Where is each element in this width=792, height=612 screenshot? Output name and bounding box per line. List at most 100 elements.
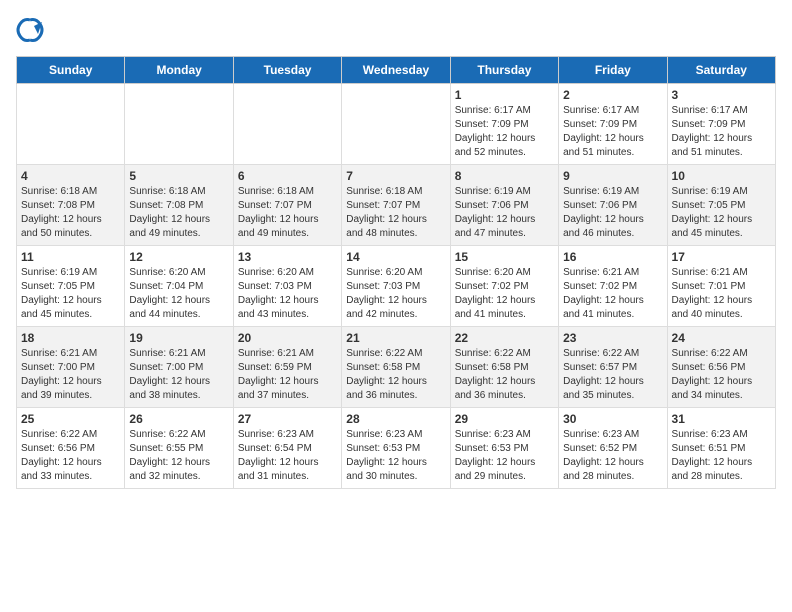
day-number: 21 bbox=[346, 331, 445, 345]
day-number: 18 bbox=[21, 331, 120, 345]
calendar-cell: 9Sunrise: 6:19 AM Sunset: 7:06 PM Daylig… bbox=[559, 165, 667, 246]
day-info: Sunrise: 6:17 AM Sunset: 7:09 PM Dayligh… bbox=[672, 104, 771, 160]
calendar-cell: 21 Sunrise: 6:22 AM Sunset: 6:58 PM Dayli… bbox=[342, 327, 450, 408]
day-number: 14 bbox=[346, 250, 445, 264]
calendar-cell: 12 Sunrise: 6:20 AM Sunset: 7:04 PM Dayli… bbox=[125, 246, 233, 327]
day-number: 12 bbox=[129, 250, 228, 264]
calendar-cell: 24 Sunrise: 6:22 AM Sunset: 6:56 PM Dayli… bbox=[667, 327, 775, 408]
day-number: 27 bbox=[238, 412, 337, 426]
calendar-cell bbox=[125, 84, 233, 165]
day-number: 3 bbox=[672, 88, 771, 102]
calendar-cell bbox=[342, 84, 450, 165]
calendar-cell: 27Sunrise: 6:23 AM Sunset: 6:54 PM Dayli… bbox=[233, 408, 341, 489]
day-of-week-header: Thursday bbox=[450, 57, 558, 84]
calendar-cell: 14 Sunrise: 6:20 AM Sunset: 7:03 PM Dayli… bbox=[342, 246, 450, 327]
day-info: Sunrise: 6:22 AM Sunset: 6:56 PM Dayligh… bbox=[21, 428, 120, 484]
day-info: Sunrise: 6:21 AM Sunset: 7:00 PM Dayligh… bbox=[129, 347, 228, 403]
day-info: Sunrise: 6:22 AM Sunset: 6:58 PM Dayligh… bbox=[346, 347, 445, 403]
day-info: Sunrise: 6:22 AM Sunset: 6:58 PM Dayligh… bbox=[455, 347, 554, 403]
day-info: Sunrise: 6:22 AM Sunset: 6:56 PM Dayligh… bbox=[672, 347, 771, 403]
day-number: 19 bbox=[129, 331, 228, 345]
day-info: Sunrise: 6:20 AM Sunset: 7:03 PM Dayligh… bbox=[346, 266, 445, 322]
day-info: Sunrise: 6:21 AM Sunset: 7:00 PM Dayligh… bbox=[21, 347, 120, 403]
day-number: 23 bbox=[563, 331, 662, 345]
day-of-week-header: Friday bbox=[559, 57, 667, 84]
day-of-week-header: Sunday bbox=[17, 57, 125, 84]
day-of-week-header: Monday bbox=[125, 57, 233, 84]
calendar-cell bbox=[17, 84, 125, 165]
calendar-cell: 11 Sunrise: 6:19 AM Sunset: 7:05 PM Dayli… bbox=[17, 246, 125, 327]
day-info: Sunrise: 6:18 AM Sunset: 7:08 PM Dayligh… bbox=[21, 185, 120, 241]
calendar-cell: 4 Sunrise: 6:18 AM Sunset: 7:08 PM Daylig… bbox=[17, 165, 125, 246]
days-of-week-row: SundayMondayTuesdayWednesdayThursdayFrid… bbox=[17, 57, 776, 84]
day-number: 20 bbox=[238, 331, 337, 345]
day-of-week-header: Saturday bbox=[667, 57, 775, 84]
day-number: 22 bbox=[455, 331, 554, 345]
day-info: Sunrise: 6:19 AM Sunset: 7:05 PM Dayligh… bbox=[672, 185, 771, 241]
day-number: 29 bbox=[455, 412, 554, 426]
calendar-cell: 31Sunrise: 6:23 AM Sunset: 6:51 PM Dayli… bbox=[667, 408, 775, 489]
day-info: Sunrise: 6:20 AM Sunset: 7:04 PM Dayligh… bbox=[129, 266, 228, 322]
day-number: 2 bbox=[563, 88, 662, 102]
day-number: 24 bbox=[672, 331, 771, 345]
day-info: Sunrise: 6:19 AM Sunset: 7:06 PM Dayligh… bbox=[563, 185, 662, 241]
day-info: Sunrise: 6:23 AM Sunset: 6:53 PM Dayligh… bbox=[455, 428, 554, 484]
calendar-cell bbox=[233, 84, 341, 165]
calendar-cell: 2 Sunrise: 6:17 AM Sunset: 7:09 PM Daylig… bbox=[559, 84, 667, 165]
calendar-cell: 5 Sunrise: 6:18 AM Sunset: 7:08 PM Daylig… bbox=[125, 165, 233, 246]
calendar-cell: 28 Sunrise: 6:23 AM Sunset: 6:53 PM Dayli… bbox=[342, 408, 450, 489]
day-info: Sunrise: 6:18 AM Sunset: 7:07 PM Dayligh… bbox=[346, 185, 445, 241]
calendar-cell: 1 Sunrise: 6:17 AM Sunset: 7:09 PM Daylig… bbox=[450, 84, 558, 165]
day-number: 4 bbox=[21, 169, 120, 183]
day-number: 8 bbox=[455, 169, 554, 183]
calendar-header: SundayMondayTuesdayWednesdayThursdayFrid… bbox=[17, 57, 776, 84]
day-info: Sunrise: 6:23 AM Sunset: 6:52 PM Dayligh… bbox=[563, 428, 662, 484]
day-number: 10 bbox=[672, 169, 771, 183]
logo bbox=[16, 16, 48, 44]
day-number: 17 bbox=[672, 250, 771, 264]
day-info: Sunrise: 6:23 AM Sunset: 6:51 PM Dayligh… bbox=[672, 428, 771, 484]
day-number: 1 bbox=[455, 88, 554, 102]
calendar-week-row: 25 Sunrise: 6:22 AM Sunset: 6:56 PM Dayli… bbox=[17, 408, 776, 489]
calendar-cell: 10 Sunrise: 6:19 AM Sunset: 7:05 PM Dayli… bbox=[667, 165, 775, 246]
day-info: Sunrise: 6:22 AM Sunset: 6:57 PM Dayligh… bbox=[563, 347, 662, 403]
calendar-cell: 19 Sunrise: 6:21 AM Sunset: 7:00 PM Dayli… bbox=[125, 327, 233, 408]
day-info: Sunrise: 6:18 AM Sunset: 7:08 PM Dayligh… bbox=[129, 185, 228, 241]
day-number: 7 bbox=[346, 169, 445, 183]
day-info: Sunrise: 6:19 AM Sunset: 7:06 PM Dayligh… bbox=[455, 185, 554, 241]
day-number: 13 bbox=[238, 250, 337, 264]
day-info: Sunrise: 6:19 AM Sunset: 7:05 PM Dayligh… bbox=[21, 266, 120, 322]
calendar-cell: 23 Sunrise: 6:22 AM Sunset: 6:57 PM Dayli… bbox=[559, 327, 667, 408]
calendar-table: SundayMondayTuesdayWednesdayThursdayFrid… bbox=[16, 56, 776, 489]
logo-icon bbox=[16, 16, 44, 44]
day-info: Sunrise: 6:21 AM Sunset: 7:01 PM Dayligh… bbox=[672, 266, 771, 322]
day-number: 6 bbox=[238, 169, 337, 183]
day-info: Sunrise: 6:17 AM Sunset: 7:09 PM Dayligh… bbox=[455, 104, 554, 160]
day-info: Sunrise: 6:21 AM Sunset: 7:02 PM Dayligh… bbox=[563, 266, 662, 322]
day-number: 5 bbox=[129, 169, 228, 183]
day-number: 11 bbox=[21, 250, 120, 264]
calendar-cell: 3 Sunrise: 6:17 AM Sunset: 7:09 PM Daylig… bbox=[667, 84, 775, 165]
calendar-cell: 25 Sunrise: 6:22 AM Sunset: 6:56 PM Dayli… bbox=[17, 408, 125, 489]
day-number: 16 bbox=[563, 250, 662, 264]
day-number: 30 bbox=[563, 412, 662, 426]
day-info: Sunrise: 6:20 AM Sunset: 7:02 PM Dayligh… bbox=[455, 266, 554, 322]
calendar-week-row: 18 Sunrise: 6:21 AM Sunset: 7:00 PM Dayli… bbox=[17, 327, 776, 408]
day-info: Sunrise: 6:22 AM Sunset: 6:55 PM Dayligh… bbox=[129, 428, 228, 484]
day-number: 28 bbox=[346, 412, 445, 426]
calendar-cell: 18 Sunrise: 6:21 AM Sunset: 7:00 PM Dayli… bbox=[17, 327, 125, 408]
calendar-cell: 13Sunrise: 6:20 AM Sunset: 7:03 PM Dayli… bbox=[233, 246, 341, 327]
day-info: Sunrise: 6:18 AM Sunset: 7:07 PM Dayligh… bbox=[238, 185, 337, 241]
day-number: 25 bbox=[21, 412, 120, 426]
calendar-cell: 29 Sunrise: 6:23 AM Sunset: 6:53 PM Dayli… bbox=[450, 408, 558, 489]
calendar-cell: 20Sunrise: 6:21 AM Sunset: 6:59 PM Dayli… bbox=[233, 327, 341, 408]
calendar-cell: 15Sunrise: 6:20 AM Sunset: 7:02 PM Dayli… bbox=[450, 246, 558, 327]
calendar-cell: 30 Sunrise: 6:23 AM Sunset: 6:52 PM Dayli… bbox=[559, 408, 667, 489]
day-info: Sunrise: 6:17 AM Sunset: 7:09 PM Dayligh… bbox=[563, 104, 662, 160]
calendar-cell: 22 Sunrise: 6:22 AM Sunset: 6:58 PM Dayli… bbox=[450, 327, 558, 408]
day-of-week-header: Tuesday bbox=[233, 57, 341, 84]
calendar-body: 1 Sunrise: 6:17 AM Sunset: 7:09 PM Daylig… bbox=[17, 84, 776, 489]
calendar-week-row: 1 Sunrise: 6:17 AM Sunset: 7:09 PM Daylig… bbox=[17, 84, 776, 165]
day-info: Sunrise: 6:23 AM Sunset: 6:53 PM Dayligh… bbox=[346, 428, 445, 484]
page-header bbox=[16, 16, 776, 44]
